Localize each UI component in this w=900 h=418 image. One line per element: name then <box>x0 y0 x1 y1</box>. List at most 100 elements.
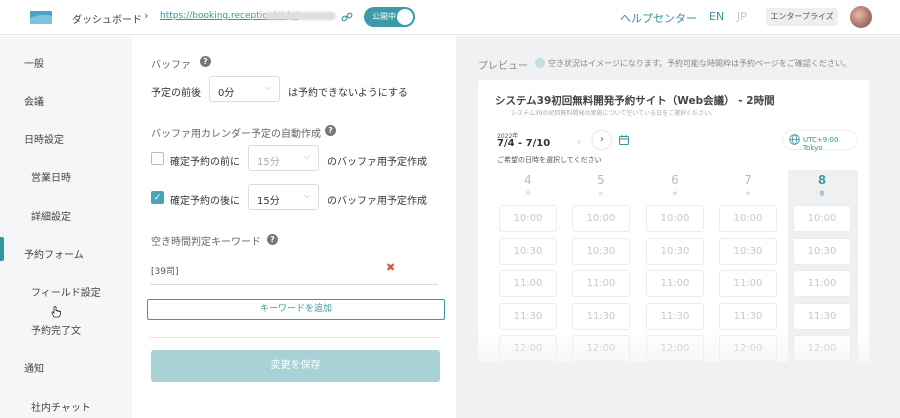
after-checkbox[interactable]: ✓ <box>151 191 164 204</box>
publish-toggle[interactable]: 公開中 <box>364 7 415 27</box>
buffer-select-value: 0分 <box>218 88 235 99</box>
sidebar-item-datetime[interactable]: 日時設定 <box>24 131 64 146</box>
time-slot[interactable]: 10:00 <box>499 205 557 232</box>
plan-badge: エンタープライズ <box>766 8 838 26</box>
form-divider <box>150 337 440 338</box>
day-number[interactable]: 5 <box>581 173 621 187</box>
top-header: ダッシュボード › https://booking.receptionist.j… <box>0 0 900 35</box>
breadcrumb-separator-icon: › <box>144 9 149 22</box>
time-slot[interactable]: 11:30 <box>646 303 704 330</box>
after-suffix-text: のバッファ用予定作成 <box>327 196 427 207</box>
after-check-label: 確定予約の後に <box>170 196 240 207</box>
time-slot[interactable]: 10:30 <box>719 238 777 265</box>
help-center-link[interactable]: ヘルプセンター <box>620 10 697 26</box>
after-select-value: 15分 <box>257 196 280 207</box>
copy-link-icon[interactable] <box>341 11 353 23</box>
before-select-value: 15分 <box>257 157 280 168</box>
time-slot[interactable]: 11:30 <box>719 303 777 330</box>
preview-title: プレビュー <box>478 61 528 72</box>
preview-note: 空き状況はイメージになります。予約可能な時間枠は予約ページをご確認ください。 <box>548 59 851 68</box>
timezone-selector[interactable]: UTC+9:00 Tokyo <box>783 131 857 152</box>
after-buffer-select[interactable]: 15分 ⌵ <box>248 184 319 210</box>
chevron-down-icon: ⌵ <box>303 191 310 200</box>
publish-toggle-label: 公開中 <box>372 12 396 21</box>
app-logo-icon[interactable] <box>30 11 52 24</box>
buffer-select[interactable]: 0分 ⌵ <box>209 76 280 102</box>
save-changes-button[interactable]: 変更を保存 <box>151 350 440 382</box>
day-of-week: 金 <box>819 191 825 197</box>
time-slot[interactable]: 11:00 <box>646 270 704 297</box>
timezone-label: UTC+9:00 Tokyo <box>803 136 839 152</box>
time-slot[interactable]: 11:00 <box>719 270 777 297</box>
time-slot[interactable]: 11:30 <box>572 303 630 330</box>
help-icon[interactable]: ? <box>325 125 336 136</box>
buffer-label: バッファ <box>151 60 191 71</box>
keyword-underline <box>150 284 438 285</box>
day-of-week: 水 <box>672 191 678 197</box>
time-slot[interactable]: 10:00 <box>793 205 851 232</box>
pick-prompt: ご希望の日時を選択してください <box>497 156 602 164</box>
booking-card-title: システム39初回無料開発予約サイト（Web会議） - 2時間 <box>495 95 775 107</box>
time-slot[interactable]: 11:30 <box>793 303 851 330</box>
help-icon[interactable]: ? <box>267 234 278 245</box>
buffer-before-text: 予定の前後 <box>151 88 201 99</box>
day-number[interactable]: 6 <box>655 173 695 187</box>
day-of-week: 月 <box>525 191 531 197</box>
day-number[interactable]: 4 <box>508 173 548 187</box>
lang-en-button[interactable]: EN <box>709 10 724 23</box>
calendar-icon[interactable] <box>619 135 629 145</box>
sidebar-active-indicator <box>0 237 4 261</box>
add-keyword-button[interactable]: キーワードを追加 <box>147 299 445 320</box>
preview-fade <box>478 330 869 362</box>
time-slot[interactable]: 10:30 <box>572 238 630 265</box>
booking-card-subtitle: システム39の初回無料開発の実施について空いている日をご選択ください。 <box>511 110 717 117</box>
user-avatar[interactable] <box>850 6 872 28</box>
day-of-week: 火 <box>598 191 604 197</box>
prev-week-icon[interactable]: ‹ <box>577 135 581 148</box>
day-number[interactable]: 8 <box>802 173 842 187</box>
chevron-down-icon: ⌵ <box>264 83 271 92</box>
calendar-range: 7/4 - 7/10 <box>497 138 551 149</box>
before-buffer-select[interactable]: 15分 ⌵ <box>248 145 319 171</box>
info-dot-icon <box>535 58 545 68</box>
sidebar-item-internal-chat[interactable]: 社内チャット <box>31 399 91 414</box>
time-slot[interactable]: 11:00 <box>572 270 630 297</box>
auto-create-label: バッファ用カレンダー予定の自動作成 <box>151 129 321 140</box>
time-slot[interactable]: 10:00 <box>572 205 630 232</box>
time-slot[interactable]: 10:30 <box>793 238 851 265</box>
toggle-knob <box>397 9 413 25</box>
before-check-label: 確定予約の前に <box>170 157 240 168</box>
next-week-icon[interactable]: › <box>593 131 611 149</box>
time-slot[interactable]: 11:00 <box>793 270 851 297</box>
sidebar-item-business-hours[interactable]: 営業日時 <box>31 169 71 184</box>
before-checkbox[interactable] <box>151 152 164 165</box>
keyword-value[interactable]: [39司] <box>151 264 178 277</box>
sidebar-item-field-settings[interactable]: フィールド設定 <box>31 284 101 299</box>
chevron-down-icon: ⌵ <box>303 152 310 161</box>
sidebar-item-notification[interactable]: 通知 <box>24 360 44 375</box>
time-slot[interactable]: 10:30 <box>499 238 557 265</box>
sidebar-item-general[interactable]: 一般 <box>24 55 44 70</box>
hand-cursor-icon <box>51 306 61 318</box>
buffer-after-text: は予約できないようにする <box>288 88 408 99</box>
day-number[interactable]: 7 <box>728 173 768 187</box>
lang-jp-button[interactable]: JP <box>737 10 747 23</box>
before-suffix-text: のバッファ用予定作成 <box>327 157 427 168</box>
time-slot[interactable]: 10:30 <box>646 238 704 265</box>
sidebar-item-meeting[interactable]: 会議 <box>24 93 44 108</box>
remove-keyword-icon[interactable]: ✖ <box>386 261 395 274</box>
sidebar-item-completion-text[interactable]: 予約完了文 <box>31 322 81 337</box>
day-of-week: 木 <box>745 191 751 197</box>
sidebar-item-booking-form[interactable]: 予約フォーム <box>24 246 84 261</box>
url-redacted <box>264 12 336 20</box>
sidebar-item-details[interactable]: 詳細設定 <box>31 208 71 223</box>
keyword-label: 空き時間判定キーワード <box>151 237 261 248</box>
sidebar: 一般 会議 日時設定 営業日時 詳細設定 予約フォーム フィールド設定 予約完了… <box>0 36 132 418</box>
globe-icon <box>789 134 800 145</box>
help-icon[interactable]: ? <box>200 56 211 67</box>
time-slot[interactable]: 10:00 <box>646 205 704 232</box>
time-slot[interactable]: 10:00 <box>719 205 777 232</box>
time-slot[interactable]: 11:00 <box>499 270 557 297</box>
breadcrumb-dashboard[interactable]: ダッシュボード <box>72 11 142 26</box>
time-slot[interactable]: 11:30 <box>499 303 557 330</box>
